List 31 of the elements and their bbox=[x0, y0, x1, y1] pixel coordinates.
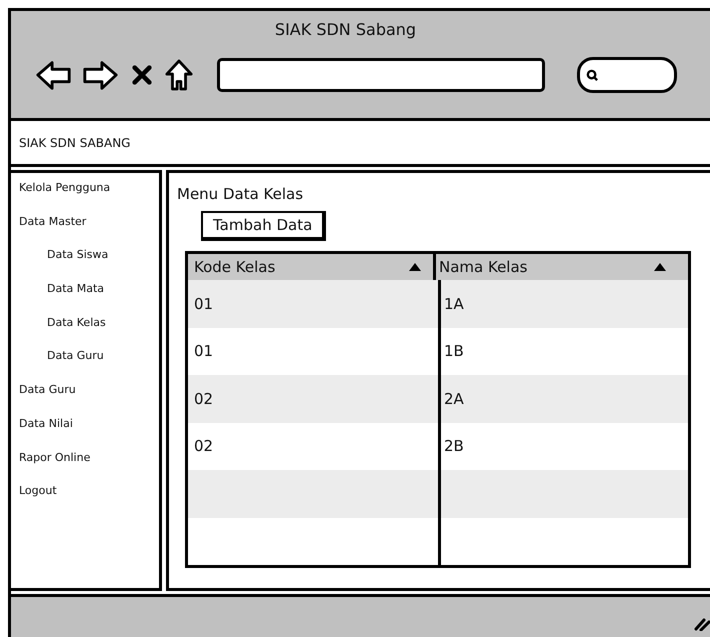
table-cell-text: 2B bbox=[443, 436, 465, 458]
sidebar-item[interactable]: Rapor Online bbox=[19, 450, 159, 484]
home-icon[interactable] bbox=[165, 58, 193, 92]
table-cell: 02 bbox=[188, 375, 441, 422]
sort-ascending-icon[interactable] bbox=[654, 263, 666, 271]
search-icon bbox=[586, 68, 599, 82]
sidebar-item[interactable]: Data Guru bbox=[19, 383, 159, 417]
sort-ascending-icon[interactable] bbox=[409, 263, 421, 271]
back-icon[interactable] bbox=[35, 59, 73, 91]
table-cell-text: 1A bbox=[443, 294, 465, 315]
sidebar-item[interactable]: Data Guru bbox=[19, 349, 159, 384]
sidebar-item[interactable]: Data Kelas bbox=[19, 316, 159, 350]
sidebar-item[interactable]: Data Nilai bbox=[19, 416, 159, 450]
table-cell: 01 bbox=[188, 280, 441, 328]
sidebar-item[interactable]: Logout bbox=[19, 484, 159, 518]
window-title: SIAK SDN Sabang bbox=[274, 20, 416, 39]
sidebar-item[interactable]: Data Master bbox=[19, 214, 159, 248]
sidebar-item[interactable]: Data Siswa bbox=[19, 248, 159, 282]
table-cell-text: 1B bbox=[443, 341, 465, 362]
table-cell-text: 2A bbox=[443, 388, 465, 410]
site-title: SIAK SDN SABANG bbox=[19, 136, 130, 150]
add-data-button[interactable]: Tambah Data bbox=[201, 211, 326, 241]
address-field[interactable] bbox=[217, 58, 545, 92]
sidebar-item[interactable]: Kelola Pengguna bbox=[19, 181, 159, 215]
close-icon[interactable] bbox=[131, 64, 153, 86]
sidebar-item[interactable]: Data Mata bbox=[19, 282, 159, 316]
forward-icon[interactable] bbox=[81, 59, 119, 91]
resize-grip-icon[interactable] bbox=[694, 617, 710, 631]
search-field[interactable] bbox=[577, 57, 677, 93]
page-heading: Menu Data Kelas bbox=[177, 185, 304, 203]
column-header[interactable]: Nama Kelas bbox=[436, 254, 688, 280]
